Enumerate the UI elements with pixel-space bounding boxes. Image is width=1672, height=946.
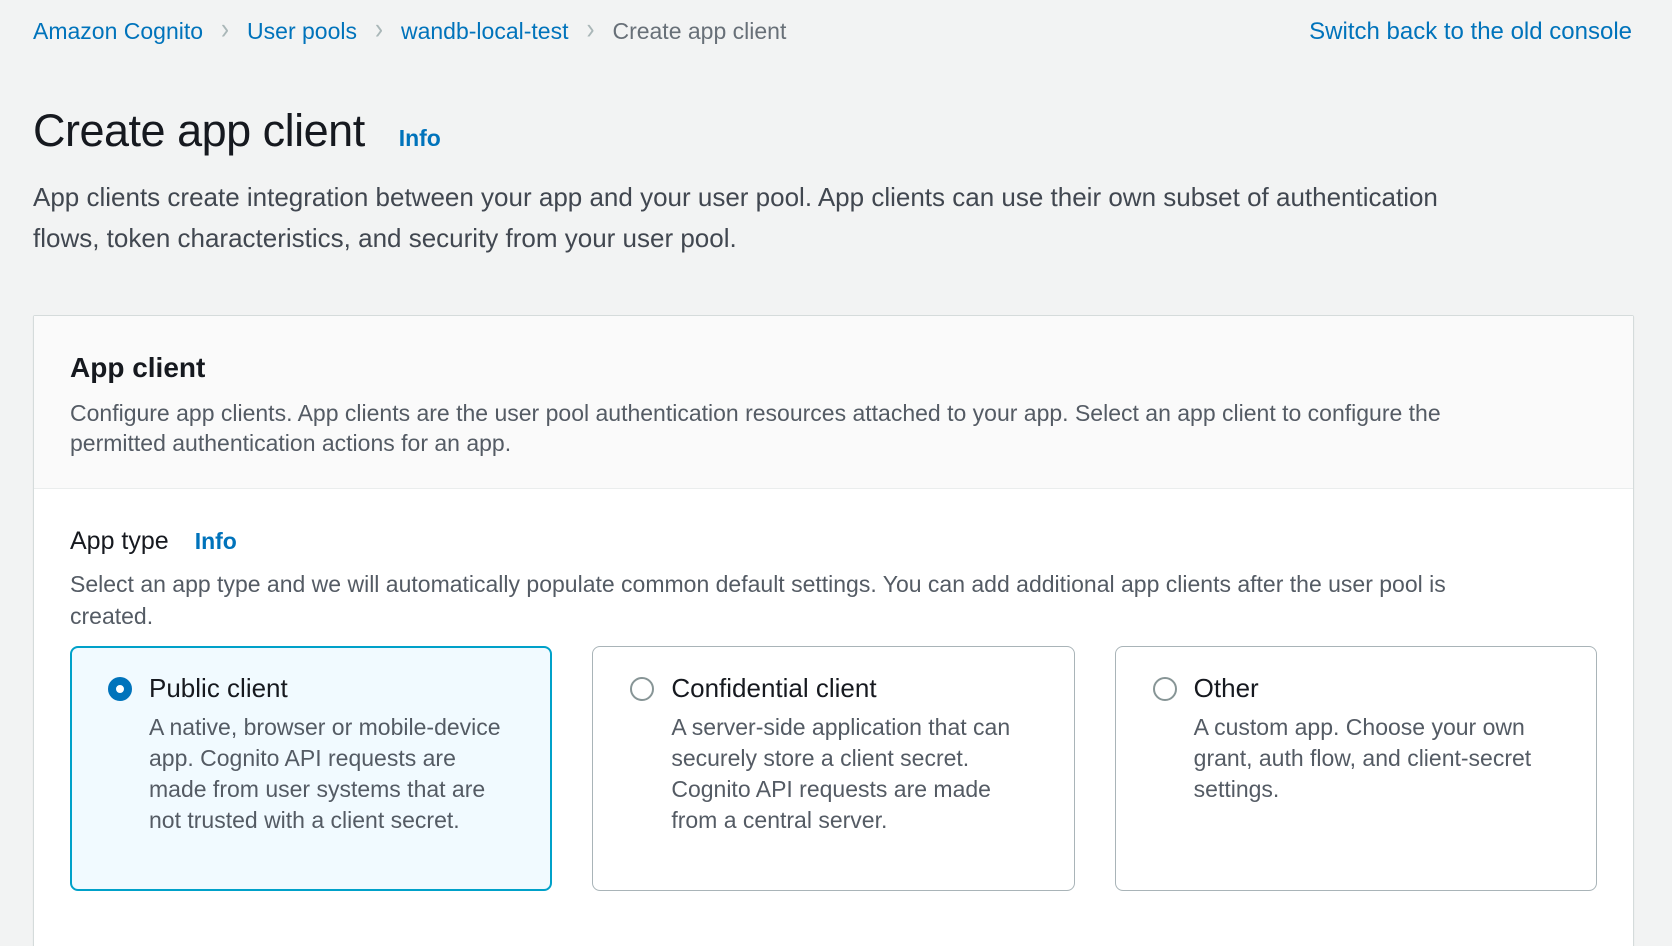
- app-type-description: Select an app type and we will automatic…: [70, 568, 1505, 632]
- breadcrumb-user-pool-name[interactable]: wandb-local-test: [401, 18, 568, 45]
- page-title: Create app client: [33, 105, 365, 157]
- cognito-create-app-client-page: Amazon Cognito › User pools › wandb-loca…: [0, 0, 1672, 946]
- chevron-right-icon: ›: [582, 12, 598, 51]
- breadcrumb-user-pools[interactable]: User pools: [247, 18, 357, 45]
- breadcrumb-current-page: Create app client: [612, 18, 786, 45]
- page-heading-row: Create app client Info: [0, 47, 1672, 157]
- tile-confidential-client-description: A server-side application that can secur…: [671, 712, 1023, 836]
- page-title-info-link[interactable]: Info: [399, 125, 441, 152]
- tile-other-title: Other: [1194, 673, 1259, 704]
- page-description: App clients create integration between y…: [0, 157, 1500, 259]
- chevron-right-icon: ›: [217, 12, 233, 51]
- app-client-card-header: App client Configure app clients. App cl…: [34, 316, 1633, 489]
- app-client-card: App client Configure app clients. App cl…: [33, 315, 1634, 946]
- tile-confidential-client-head: Confidential client: [630, 673, 1045, 704]
- app-type-label-row: App type Info: [70, 527, 1597, 556]
- radio-unselected-icon[interactable]: [630, 677, 654, 701]
- tile-other-head: Other: [1153, 673, 1568, 704]
- chevron-right-icon: ›: [371, 12, 387, 51]
- tile-public-client-title: Public client: [149, 673, 288, 704]
- tile-public-client-head: Public client: [108, 673, 523, 704]
- breadcrumb-amazon-cognito[interactable]: Amazon Cognito: [33, 18, 203, 45]
- app-type-label: App type: [70, 527, 169, 556]
- tile-other[interactable]: Other A custom app. Choose your own gran…: [1115, 646, 1597, 891]
- radio-unselected-icon[interactable]: [1153, 677, 1177, 701]
- tile-other-description: A custom app. Choose your own grant, aut…: [1194, 712, 1546, 805]
- breadcrumb: Amazon Cognito › User pools › wandb-loca…: [33, 16, 786, 47]
- app-type-info-link[interactable]: Info: [195, 528, 237, 555]
- tile-confidential-client-title: Confidential client: [671, 673, 876, 704]
- app-client-card-body: App type Info Select an app type and we …: [34, 489, 1633, 891]
- app-type-options: Public client A native, browser or mobil…: [70, 646, 1597, 891]
- app-client-card-description: Configure app clients. App clients are t…: [70, 398, 1495, 458]
- breadcrumb-bar: Amazon Cognito › User pools › wandb-loca…: [0, 0, 1672, 47]
- tile-confidential-client[interactable]: Confidential client A server-side applic…: [592, 646, 1074, 891]
- switch-old-console-link[interactable]: Switch back to the old console: [1309, 18, 1632, 46]
- tile-public-client-description: A native, browser or mobile-device app. …: [149, 712, 501, 836]
- tile-public-client[interactable]: Public client A native, browser or mobil…: [70, 646, 552, 891]
- radio-selected-icon[interactable]: [108, 677, 132, 701]
- app-client-card-title: App client: [70, 352, 1597, 384]
